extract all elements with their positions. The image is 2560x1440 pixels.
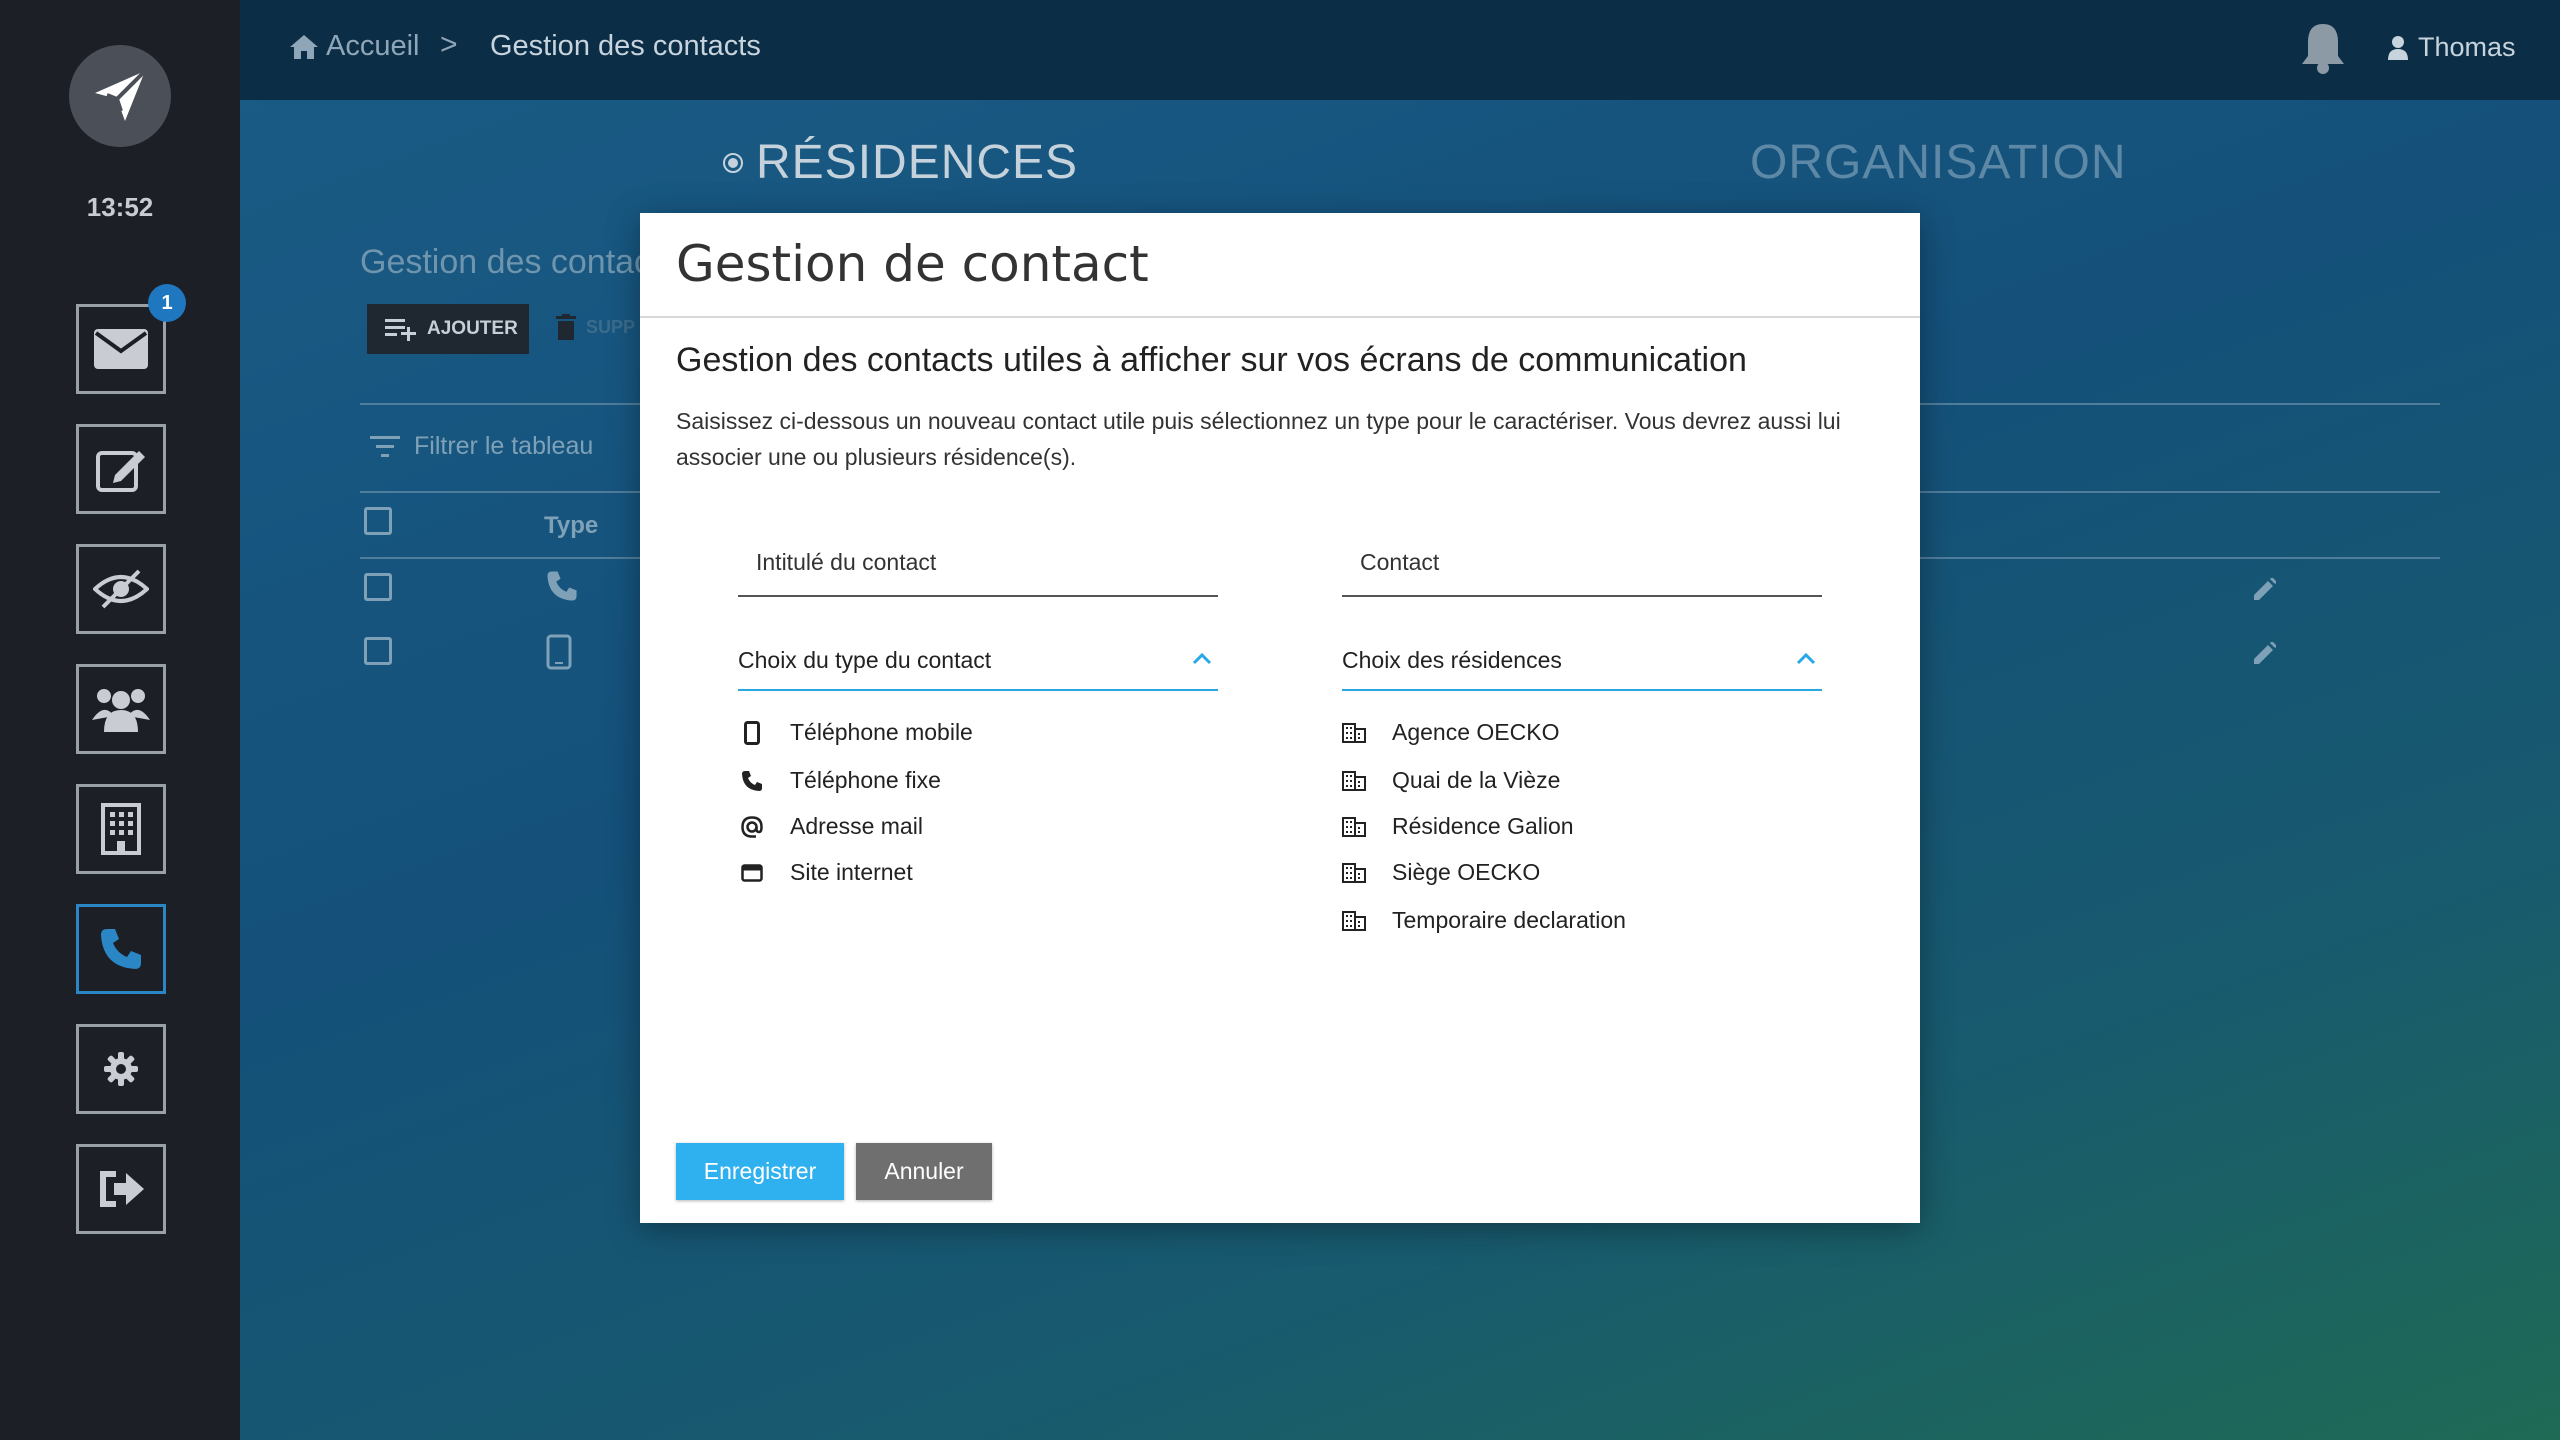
nav-contacts-button[interactable] xyxy=(76,904,166,994)
nav-messages-button[interactable] xyxy=(76,304,166,394)
trash-icon xyxy=(556,314,576,340)
dialog-description: Saisissez ci-dessous un nouveau contact … xyxy=(676,408,1841,470)
add-button-label: AJOUTER xyxy=(427,318,518,339)
building-icon xyxy=(1342,722,1366,743)
dialog-divider xyxy=(640,316,1920,318)
save-button[interactable]: Enregistrer xyxy=(676,1143,844,1200)
tab-residences[interactable]: RÉSIDENCES xyxy=(722,135,1078,190)
breadcrumb-home-link[interactable]: Accueil xyxy=(290,30,420,63)
nav-visibility-button[interactable] xyxy=(76,544,166,634)
at-icon xyxy=(741,815,763,838)
residence-option[interactable]: Résidence Galion xyxy=(1342,813,1574,840)
mobile-phone-icon xyxy=(744,720,760,745)
contact-value-field xyxy=(1342,529,1822,597)
users-icon xyxy=(92,689,150,732)
select-all-checkbox[interactable] xyxy=(364,507,392,535)
delete-button[interactable]: SUPP xyxy=(556,314,635,340)
residence-option-label: Siège OECKO xyxy=(1392,859,1541,885)
background-page-title: Gestion des contac xyxy=(360,243,652,281)
radio-dot-icon xyxy=(723,152,743,173)
clock: 13:52 xyxy=(86,192,154,222)
type-option-label: Téléphone mobile xyxy=(790,719,973,745)
contact-dialog: Gestion de contact Gestion des contacts … xyxy=(640,213,1920,1223)
contact-type-select[interactable]: Choix du type du contact xyxy=(738,631,1218,691)
residence-option-label: Quai de la Vièze xyxy=(1392,767,1561,793)
gear-icon xyxy=(104,1052,138,1086)
dialog-title: Gestion de contact xyxy=(676,235,1149,293)
nav-settings-button[interactable] xyxy=(76,1024,166,1114)
browser-window-icon xyxy=(741,863,763,882)
residence-option-label: Temporaire declaration xyxy=(1392,907,1626,933)
type-option-mobile[interactable]: Téléphone mobile xyxy=(740,719,973,746)
phone-icon xyxy=(742,770,762,791)
top-bar: Accueil > Gestion des contacts Thomas xyxy=(240,0,2560,100)
filter-placeholder: Filtrer le tableau xyxy=(414,432,594,460)
building-icon xyxy=(101,803,141,855)
breadcrumb-home-label: Accueil xyxy=(326,30,420,62)
type-option-email[interactable]: Adresse mail xyxy=(740,813,923,840)
sign-out-icon xyxy=(100,1171,144,1207)
residence-option[interactable]: Temporaire declaration xyxy=(1342,907,1626,934)
breadcrumb-current: Gestion des contacts xyxy=(490,30,761,62)
edit-pen-icon[interactable] xyxy=(2254,578,2276,600)
row-checkbox[interactable] xyxy=(364,637,392,665)
breadcrumb-separator: > xyxy=(440,28,458,61)
paper-plane-icon xyxy=(95,69,147,121)
pen-square-icon xyxy=(96,451,145,492)
mobile-phone-icon xyxy=(546,634,572,670)
residences-select[interactable]: Choix des résidences xyxy=(1342,631,1822,691)
tab-residences-label: RÉSIDENCES xyxy=(756,136,1079,189)
type-option-label: Téléphone fixe xyxy=(790,767,941,793)
contact-label-input[interactable] xyxy=(738,529,1218,595)
messages-badge: 1 xyxy=(148,284,186,322)
residence-option[interactable]: Quai de la Vièze xyxy=(1342,767,1560,794)
nav-edit-button[interactable] xyxy=(76,424,166,514)
contact-type-select-label: Choix du type du contact xyxy=(738,647,992,673)
cancel-button[interactable]: Annuler xyxy=(856,1143,992,1200)
nav-logout-button[interactable] xyxy=(76,1144,166,1234)
user-menu[interactable]: Thomas xyxy=(2388,32,2516,63)
phone-icon xyxy=(547,571,577,601)
notifications-button[interactable] xyxy=(2300,22,2346,79)
user-name: Thomas xyxy=(2418,32,2516,62)
contact-value-input[interactable] xyxy=(1342,529,1822,595)
residence-option-label: Résidence Galion xyxy=(1392,813,1574,839)
building-icon xyxy=(1342,910,1366,931)
envelope-icon xyxy=(94,329,148,369)
building-icon xyxy=(1342,862,1366,883)
eye-slash-icon xyxy=(93,569,149,609)
chevron-up-icon xyxy=(1192,652,1212,665)
bell-icon xyxy=(2302,24,2344,74)
tab-organisation[interactable]: ORGANISATION xyxy=(1750,135,2126,190)
type-option-landline[interactable]: Téléphone fixe xyxy=(740,767,941,794)
nav-users-button[interactable] xyxy=(76,664,166,754)
contact-label-field xyxy=(738,529,1218,597)
playlist-add-icon xyxy=(385,319,416,341)
table-filter[interactable]: Filtrer le tableau xyxy=(370,432,593,461)
residence-option-label: Agence OECKO xyxy=(1392,719,1560,745)
residences-select-label: Choix des résidences xyxy=(1342,647,1562,673)
chevron-up-icon xyxy=(1796,652,1816,665)
residence-option[interactable]: Agence OECKO xyxy=(1342,719,1559,746)
user-icon xyxy=(2388,35,2408,60)
edit-pen-icon[interactable] xyxy=(2254,642,2276,664)
add-button[interactable]: AJOUTER xyxy=(367,304,529,354)
column-header-type: Type xyxy=(544,512,599,539)
home-icon xyxy=(290,34,318,59)
nav-buildings-button[interactable] xyxy=(76,784,166,874)
building-icon xyxy=(1342,816,1366,837)
sidebar: 13:52 1 xyxy=(0,0,240,1440)
dialog-heading: Gestion des contacts utiles à afficher s… xyxy=(676,341,1747,379)
type-option-website[interactable]: Site internet xyxy=(740,859,913,886)
filter-icon xyxy=(370,435,400,457)
delete-button-label: SUPP xyxy=(586,316,636,337)
type-option-label: Adresse mail xyxy=(790,813,923,839)
row-checkbox[interactable] xyxy=(364,573,392,601)
residence-option[interactable]: Siège OECKO xyxy=(1342,859,1540,886)
app-logo[interactable] xyxy=(69,45,171,147)
type-option-label: Site internet xyxy=(790,859,913,885)
phone-icon xyxy=(101,929,141,969)
building-icon xyxy=(1342,770,1366,791)
